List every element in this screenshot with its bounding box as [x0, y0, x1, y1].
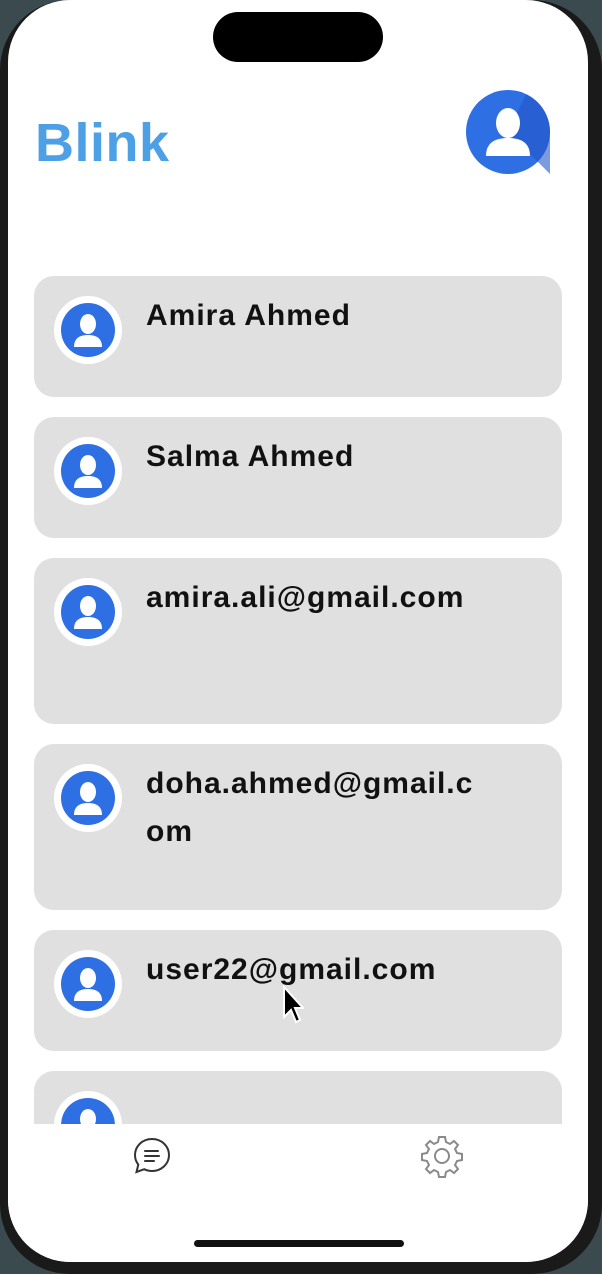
contact-name: doha.ahmed@gmail.com	[146, 767, 474, 848]
mouse-cursor-icon	[283, 985, 304, 1024]
contact-name: amira.ali@gmail.com	[146, 581, 465, 614]
contact-name: Salma Ahmed	[146, 440, 355, 473]
app-screen: Blink Amira Ahmed Salma Ahmed amira.ali@…	[8, 0, 588, 1262]
device-frame: Blink Amira Ahmed Salma Ahmed amira.ali@…	[0, 0, 602, 1274]
contact-card[interactable]: doha.ahmed@gmail.com	[34, 744, 562, 910]
contact-avatar-icon	[54, 578, 122, 646]
contact-card[interactable]: Amira Ahmed	[34, 276, 562, 397]
gear-icon[interactable]	[420, 1134, 464, 1178]
dynamic-island	[213, 12, 383, 62]
contact-name: Amira Ahmed	[146, 299, 351, 332]
contact-avatar-icon	[54, 296, 122, 364]
contact-avatar-icon	[54, 950, 122, 1018]
contact-avatar-icon	[54, 764, 122, 832]
contact-avatar-icon	[54, 437, 122, 505]
app-title: Blink	[35, 113, 170, 173]
contact-name: user22@gmail.com	[146, 953, 437, 986]
chat-icon[interactable]	[132, 1136, 172, 1176]
contact-avatar-icon	[54, 1091, 122, 1124]
contact-card[interactable]: amira.ali@gmail.com	[34, 558, 562, 724]
home-indicator	[194, 1240, 404, 1247]
contact-card[interactable]: Salma Ahmed	[34, 417, 562, 538]
contact-card[interactable]	[34, 1071, 562, 1124]
profile-avatar-icon[interactable]	[466, 90, 550, 174]
